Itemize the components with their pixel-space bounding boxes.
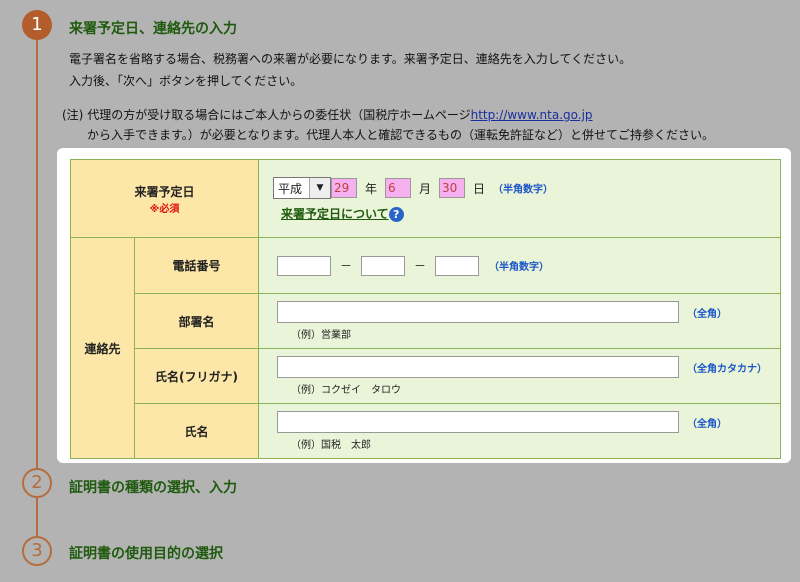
visit-date-hint: （半角数字） — [493, 184, 554, 196]
era-value: 平成 — [278, 181, 303, 196]
step-1-number: 1 — [22, 10, 52, 40]
dept-input[interactable] — [277, 301, 679, 323]
visit-date-label: 来署予定日 — [134, 184, 195, 199]
kana-value-cell: （全角カタカナ） （例）コクゼイ タロウ — [258, 348, 781, 404]
dept-hint: （全角） — [687, 308, 727, 320]
step-2-number: 2 — [22, 468, 52, 498]
name-input[interactable] — [277, 411, 679, 433]
note-text: 代理の方が受け取る場合にはご本人からの委任状（国税庁ホームページ — [87, 108, 471, 122]
kana-label: 氏名(フリガナ) — [134, 348, 259, 404]
visit-date-value-cell: 平成 ▼ 29 年 6 月 30 日 （半角数字） 来署予定日について? — [258, 159, 781, 238]
dept-value-cell: （全角） （例）営業部 — [258, 293, 781, 349]
phone-part-1-input[interactable] — [277, 255, 331, 276]
note-line-2: から入手できます。）が必要となります。代理人本人と確認できるもの（運転免許証など… — [87, 128, 715, 142]
day-unit: 日 — [473, 181, 486, 196]
description-line-2: 入力後、「次へ」ボタンを押してください。 — [69, 74, 303, 88]
help-icon[interactable]: ? — [388, 207, 404, 222]
step-2-title: 証明書の種類の選択、入力 — [69, 480, 237, 496]
required-mark: ※必須 — [149, 203, 180, 215]
phone-separator-1: － — [340, 259, 353, 273]
kana-input[interactable] — [277, 356, 679, 378]
era-select[interactable]: 平成 ▼ — [273, 177, 331, 199]
month-input[interactable]: 6 — [385, 178, 412, 198]
step-3-title: 証明書の使用目的の選択 — [69, 546, 223, 562]
dept-example: （例）営業部 — [291, 330, 351, 341]
kana-example: （例）コクゼイ タロウ — [291, 385, 401, 396]
input-form-table: 来署予定日 ※必須 平成 ▼ 29 年 6 月 30 日 （半角数字） 来署予定日について?… — [70, 159, 781, 459]
phone-value-cell: － － （半角数字） — [258, 237, 781, 294]
nta-link[interactable]: http://www.nta.go.jp — [471, 108, 593, 122]
note-prefix: (注) — [62, 108, 84, 122]
visit-date-help-link[interactable]: 来署予定日について — [281, 207, 389, 221]
step-3-number: 3 — [22, 536, 52, 566]
name-label: 氏名 — [134, 403, 259, 459]
name-value-cell: （全角） （例）国税 太郎 — [258, 403, 781, 459]
note-line-1: (注) 代理の方が受け取る場合にはご本人からの委任状（国税庁ホームページhttp… — [62, 106, 593, 123]
month-unit: 月 — [419, 181, 432, 196]
chevron-down-icon[interactable]: ▼ — [309, 178, 330, 198]
phone-label: 電話番号 — [134, 237, 259, 294]
year-unit: 年 — [365, 181, 378, 196]
phone-part-2-input[interactable] — [361, 255, 406, 276]
dept-label: 部署名 — [134, 293, 259, 349]
contact-label: 連絡先 — [70, 237, 135, 459]
day-input[interactable]: 30 — [439, 178, 466, 198]
kana-hint: （全角カタカナ） — [687, 363, 767, 375]
phone-separator-2: － — [414, 259, 427, 273]
name-example: （例）国税 太郎 — [291, 440, 371, 451]
description-line-1: 電子署名を省略する場合、税務署への来署が必要になります。来署予定日、連絡先を入力… — [69, 52, 632, 66]
phone-hint: （半角数字） — [489, 262, 550, 273]
year-input[interactable]: 29 — [331, 178, 357, 198]
visit-date-label-cell: 来署予定日 ※必須 — [70, 159, 259, 238]
phone-part-3-input[interactable] — [435, 255, 480, 276]
step-1-title: 来署予定日、連絡先の入力 — [69, 21, 237, 37]
name-hint: （全角） — [687, 418, 727, 430]
